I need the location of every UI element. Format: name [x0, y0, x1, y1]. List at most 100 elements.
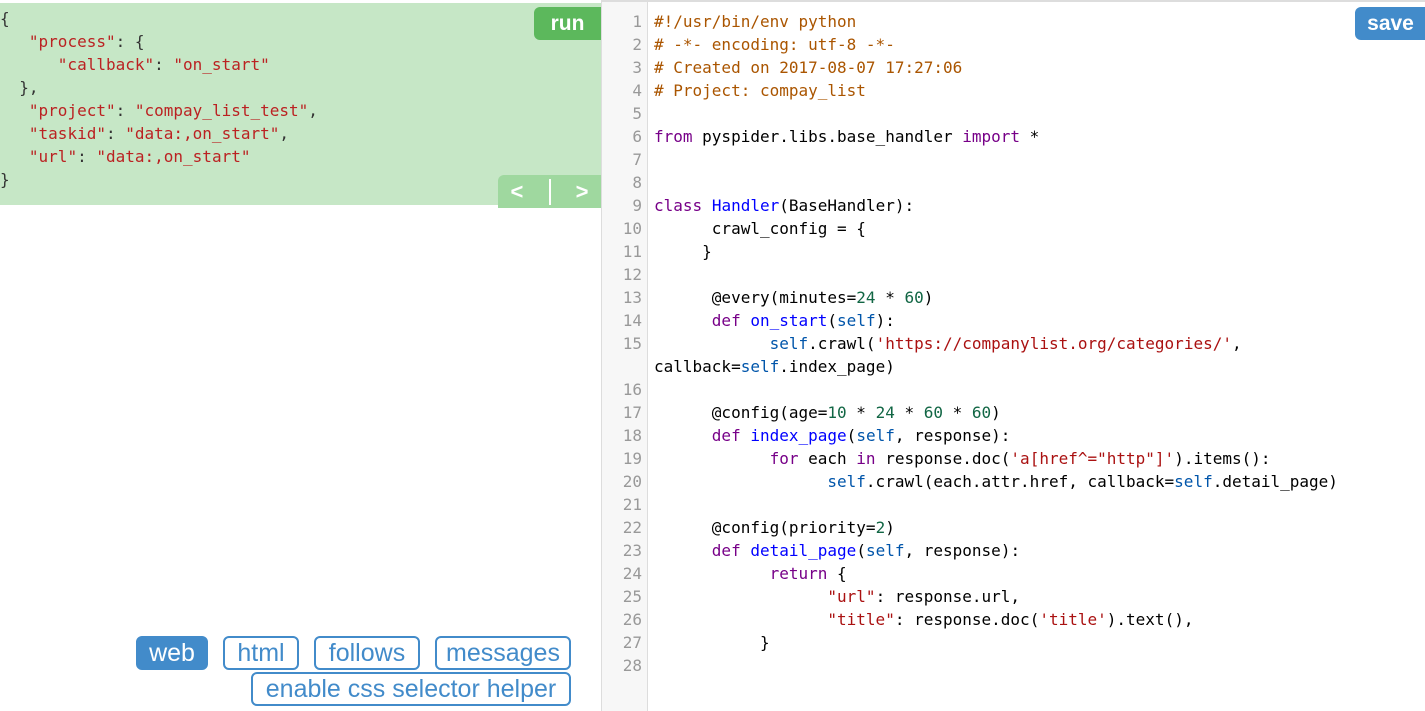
task-json-token: "data:,on_start"	[96, 147, 251, 166]
tab-web[interactable]: web	[136, 636, 208, 670]
code-token: class	[654, 196, 703, 215]
code-token: for	[769, 449, 799, 468]
code-line[interactable]: crawl_config = {	[654, 217, 866, 240]
code-token: detail_page	[750, 541, 857, 560]
task-json-token: "on_start"	[173, 55, 270, 74]
css-selector-helper-button[interactable]: enable css selector helper	[251, 672, 571, 706]
prev-button[interactable]: <	[511, 179, 524, 205]
line-number: 6	[632, 127, 642, 146]
code-token: self	[856, 426, 895, 445]
line-number: 7	[632, 150, 642, 169]
line-number: 19	[622, 449, 642, 468]
code-line[interactable]: }	[654, 631, 770, 654]
nav-separator	[548, 178, 551, 205]
code-token: }	[654, 633, 770, 652]
run-button[interactable]: run	[534, 7, 601, 40]
code-line[interactable]: @config(priority=2)	[654, 516, 895, 539]
code-line[interactable]: @config(age=10 * 24 * 60 * 60)	[654, 401, 1001, 424]
code-token: 2	[875, 518, 886, 537]
code-token: index_page	[750, 426, 847, 445]
task-json-token: "project"	[28, 101, 116, 120]
task-json-token	[0, 32, 29, 51]
code-token: 10	[827, 403, 847, 422]
code-line[interactable]: @every(minutes=24 * 60)	[654, 286, 934, 309]
code-line[interactable]: return {	[654, 562, 847, 585]
task-json-token: ,	[279, 124, 289, 143]
code-token: self	[1174, 472, 1213, 491]
code-token: self	[769, 334, 809, 353]
code-line[interactable]: }	[654, 240, 712, 263]
tab-html[interactable]: html	[223, 636, 299, 670]
code-line[interactable]: from pyspider.libs.base_handler import *	[654, 125, 1039, 148]
line-number: 1	[632, 12, 642, 31]
code-token: self	[827, 472, 866, 491]
code-token: )	[923, 288, 934, 307]
code-token: 60	[904, 288, 924, 307]
code-token: "url"	[827, 587, 876, 606]
line-number: 28	[622, 656, 642, 675]
code-token: ).text(),	[1106, 610, 1194, 629]
code-token: # -*- encoding: utf-8 -*-	[654, 35, 895, 54]
code-token: "title"	[827, 610, 895, 629]
code-token: .crawl(each.attr.href, callback=	[865, 472, 1175, 491]
code-token: Handler	[711, 196, 780, 215]
code-token: (	[846, 426, 857, 445]
line-number: 2	[632, 35, 642, 54]
tab-messages[interactable]: messages	[435, 636, 571, 670]
code-line[interactable]: "title": response.doc('title').text(),	[654, 608, 1193, 631]
code-line[interactable]: for each in response.doc('a[href^="http"…	[654, 447, 1271, 470]
code-token: pyspider.libs.base_handler	[692, 127, 963, 146]
code-token: (BaseHandler):	[779, 196, 915, 215]
code-line[interactable]: self.crawl('https://companylist.org/cate…	[654, 332, 1242, 355]
task-json-token	[0, 101, 29, 120]
code-token: 'a[href^="http"]'	[1010, 449, 1175, 468]
code-line[interactable]: # Created on 2017-08-07 17:27:06	[654, 56, 962, 79]
next-button[interactable]: >	[576, 179, 589, 205]
code-token: def	[711, 311, 741, 330]
code-token: .crawl(	[808, 334, 876, 353]
line-number: 15	[622, 334, 642, 353]
code-line[interactable]: self.crawl(each.attr.href, callback=self…	[654, 470, 1338, 493]
code-line[interactable]: class Handler(BaseHandler):	[654, 194, 914, 217]
line-number: 5	[632, 104, 642, 123]
code-token: .detail_page)	[1212, 472, 1338, 491]
code-token: *	[875, 288, 905, 307]
task-json-token: "url"	[28, 147, 78, 166]
code-token: 'https://companylist.org/categories/'	[875, 334, 1232, 353]
task-json-token: "data:,on_start"	[125, 124, 280, 143]
task-json-token: :	[77, 147, 97, 166]
code-line[interactable]: def on_start(self):	[654, 309, 895, 332]
line-number: 16	[622, 380, 642, 399]
code-token: *	[943, 403, 972, 422]
task-json-line: "taskid": "data:,on_start",	[0, 122, 318, 145]
save-button[interactable]: save	[1355, 7, 1425, 40]
code-token: response.doc(	[875, 449, 1011, 468]
code-token: , response):	[894, 426, 1011, 445]
code-token: (	[856, 541, 866, 560]
code-editor[interactable]: 1 #!/usr/bin/env python 2 # -*- encoding: u…	[601, 2, 1425, 711]
line-number: 21	[622, 495, 642, 514]
code-line[interactable]: "url": response.url,	[654, 585, 1020, 608]
code-line[interactable]: def index_page(self, response):	[654, 424, 1011, 447]
line-number: 12	[622, 265, 642, 284]
task-json[interactable]: { "process": { "callback": "on_start" },…	[0, 7, 318, 191]
code-token: {	[827, 564, 847, 583]
code-line[interactable]: callback=self.index_page)	[654, 355, 895, 378]
tab-follows[interactable]: follows	[314, 636, 420, 670]
task-json-token: "process"	[28, 32, 116, 51]
code-line[interactable]: # -*- encoding: utf-8 -*-	[654, 33, 895, 56]
line-number: 3	[632, 58, 642, 77]
code-token: in	[856, 449, 876, 468]
task-json-token	[0, 124, 29, 143]
task-json-token: }	[0, 170, 10, 189]
line-number: 26	[622, 610, 642, 629]
code-token: 24	[856, 288, 876, 307]
code-line[interactable]: #!/usr/bin/env python	[654, 10, 856, 33]
task-json-token: ,	[308, 101, 318, 120]
code-line[interactable]: def detail_page(self, response):	[654, 539, 1020, 562]
code-line[interactable]: # Project: compay_list	[654, 79, 866, 102]
